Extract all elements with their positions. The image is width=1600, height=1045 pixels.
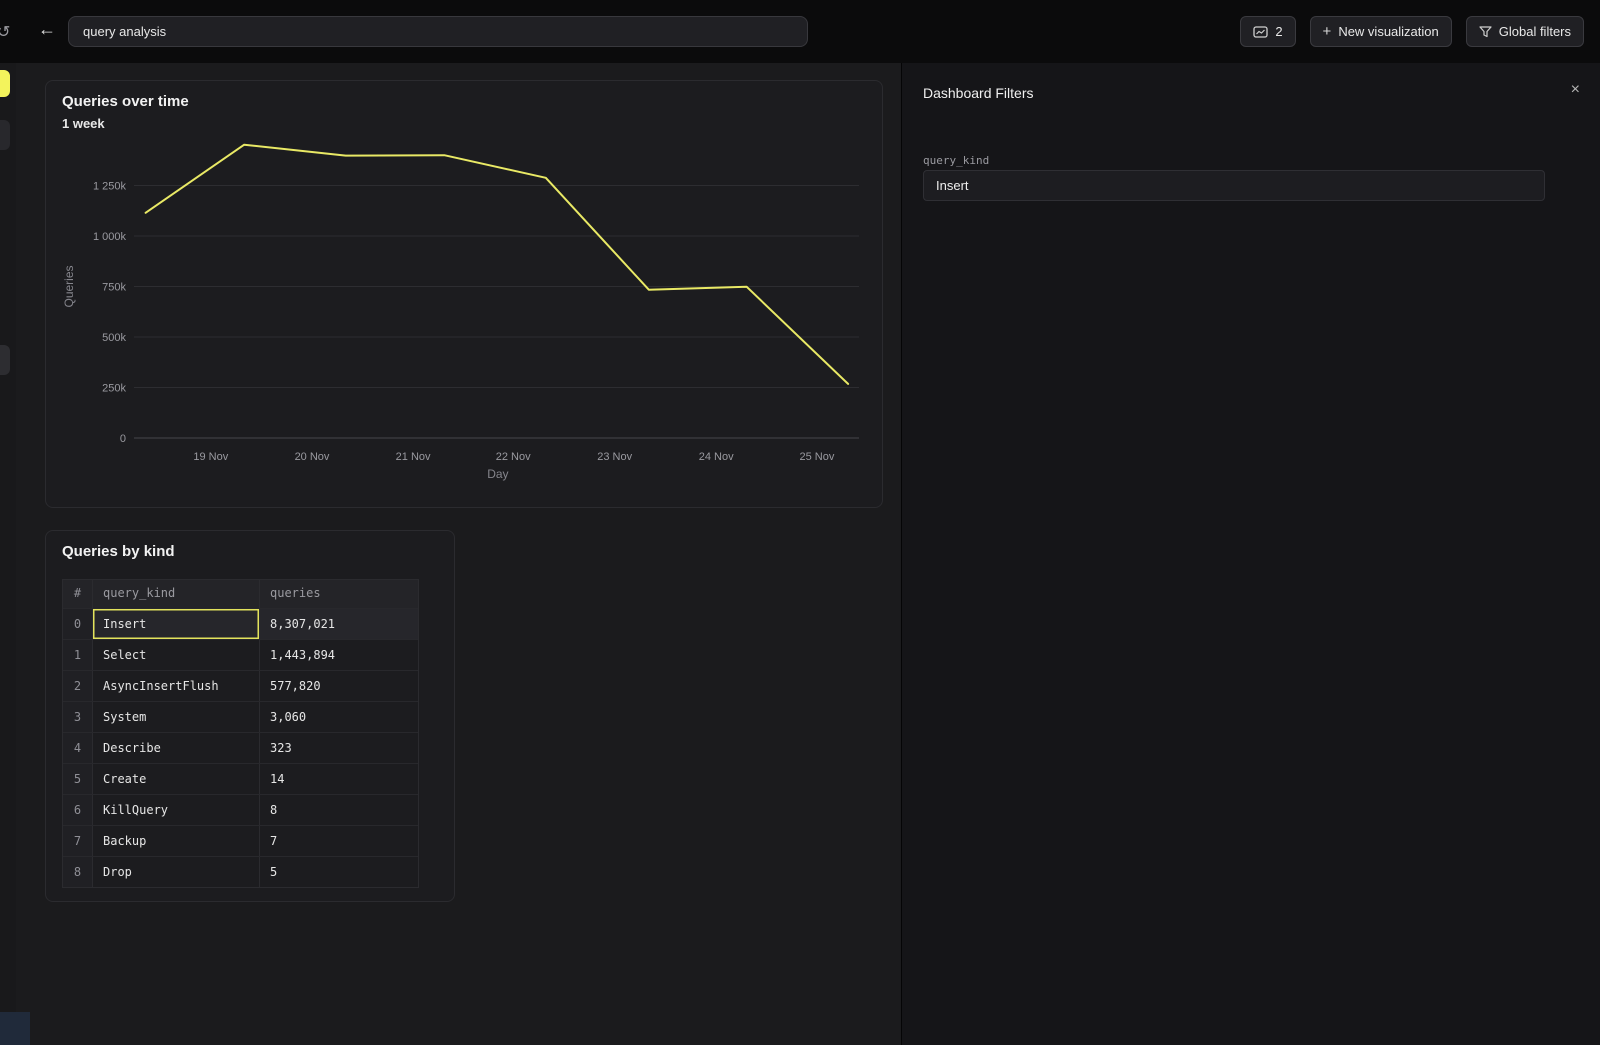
left-rail bbox=[0, 63, 16, 1045]
table-row: 0Insert8,307,021 bbox=[63, 608, 418, 639]
panel-count-button[interactable]: 2 bbox=[1240, 16, 1295, 47]
filter-field-input[interactable] bbox=[923, 170, 1545, 201]
svg-text:19 Nov: 19 Nov bbox=[193, 451, 228, 463]
column-header-queries: queries bbox=[260, 580, 418, 608]
back-button[interactable]: ← bbox=[38, 20, 56, 38]
rail-item-active[interactable] bbox=[0, 70, 10, 97]
svg-text:21 Nov: 21 Nov bbox=[396, 451, 431, 463]
query-kind-cell[interactable]: Create bbox=[93, 764, 260, 794]
chart-card-title: Queries over time bbox=[62, 93, 189, 110]
queries-cell[interactable]: 14 bbox=[260, 764, 418, 794]
chart-card-subtitle: 1 week bbox=[62, 116, 105, 131]
queries-cell[interactable]: 3,060 bbox=[260, 702, 418, 732]
table-card: Queries by kind # query_kind queries 0In… bbox=[45, 530, 455, 902]
column-header-index: # bbox=[63, 580, 93, 608]
svg-text:1 000k: 1 000k bbox=[93, 231, 127, 243]
topbar: ↺ ← 2 + New visualization Global filters bbox=[0, 0, 1600, 63]
panel-title: Dashboard Filters bbox=[923, 85, 1034, 101]
dashboard-filters-panel: Dashboard Filters × query_kind bbox=[901, 63, 1600, 1045]
query-kind-cell[interactable]: Insert bbox=[93, 609, 260, 639]
filter-field-label: query_kind bbox=[923, 154, 989, 167]
svg-text:23 Nov: 23 Nov bbox=[597, 451, 632, 463]
queries-over-time-line-chart[interactable]: 1 250k 1 000k 750k 500k 250k 0 19 Nov 20 Nov 21 … bbox=[61, 133, 867, 485]
chart-card: Queries over time 1 week 1 250k 1 000k 750… bbox=[45, 80, 883, 508]
query-kind-cell[interactable]: Describe bbox=[93, 733, 260, 763]
table-header-row: # query_kind queries bbox=[63, 580, 418, 608]
svg-text:750k: 750k bbox=[102, 282, 126, 294]
queries-cell[interactable]: 8 bbox=[260, 795, 418, 825]
svg-text:1 250k: 1 250k bbox=[93, 181, 127, 193]
panel-count-label: 2 bbox=[1275, 24, 1282, 39]
new-visualization-label: New visualization bbox=[1338, 24, 1438, 39]
table-row: 5Create14 bbox=[63, 763, 418, 794]
bottom-left-square[interactable] bbox=[0, 1012, 30, 1045]
query-kind-cell[interactable]: Drop bbox=[93, 857, 260, 887]
table-row: 2AsyncInsertFlush577,820 bbox=[63, 670, 418, 701]
topbar-actions: 2 + New visualization Global filters bbox=[1240, 16, 1584, 47]
table-body: 0Insert8,307,0211Select1,443,8942AsyncIn… bbox=[63, 608, 418, 887]
row-index: 5 bbox=[63, 764, 93, 794]
queries-cell[interactable]: 323 bbox=[260, 733, 418, 763]
funnel-icon bbox=[1479, 26, 1492, 38]
queries-cell[interactable]: 7 bbox=[260, 826, 418, 856]
table-row: 3System3,060 bbox=[63, 701, 418, 732]
query-kind-cell[interactable]: Backup bbox=[93, 826, 260, 856]
row-index: 0 bbox=[63, 609, 93, 639]
row-index: 8 bbox=[63, 857, 93, 887]
table-row: 6KillQuery8 bbox=[63, 794, 418, 825]
main-content: Queries over time 1 week 1 250k1 000k750… bbox=[16, 63, 901, 1045]
close-icon[interactable]: × bbox=[1571, 81, 1580, 99]
svg-text:24 Nov: 24 Nov bbox=[699, 451, 734, 463]
queries-cell[interactable]: 5 bbox=[260, 857, 418, 887]
dashboard-title-input[interactable] bbox=[68, 16, 808, 47]
svg-text:25 Nov: 25 Nov bbox=[799, 451, 834, 463]
row-index: 7 bbox=[63, 826, 93, 856]
svg-text:0: 0 bbox=[120, 433, 126, 445]
row-index: 4 bbox=[63, 733, 93, 763]
svg-text:Queries: Queries bbox=[62, 265, 76, 307]
app-window: ↺ ← 2 + New visualization Global filters bbox=[0, 0, 1600, 1045]
queries-cell[interactable]: 577,820 bbox=[260, 671, 418, 701]
global-filters-label: Global filters bbox=[1499, 24, 1571, 39]
query-kind-cell[interactable]: KillQuery bbox=[93, 795, 260, 825]
visualization-panel-icon bbox=[1253, 26, 1268, 38]
svg-text:Day: Day bbox=[487, 467, 508, 481]
table-row: 8Drop5 bbox=[63, 856, 418, 887]
rail-item[interactable] bbox=[0, 345, 10, 375]
table-row: 7Backup7 bbox=[63, 825, 418, 856]
query-kind-cell[interactable]: Select bbox=[93, 640, 260, 670]
row-index: 6 bbox=[63, 795, 93, 825]
plus-icon: + bbox=[1323, 23, 1332, 40]
new-visualization-button[interactable]: + New visualization bbox=[1310, 16, 1452, 47]
svg-text:500k: 500k bbox=[102, 332, 126, 344]
query-kind-cell[interactable]: System bbox=[93, 702, 260, 732]
table-row: 1Select1,443,894 bbox=[63, 639, 418, 670]
svg-text:22 Nov: 22 Nov bbox=[496, 451, 531, 463]
column-header-query-kind: query_kind bbox=[93, 580, 260, 608]
svg-text:250k: 250k bbox=[102, 383, 126, 395]
row-index: 2 bbox=[63, 671, 93, 701]
row-index: 3 bbox=[63, 702, 93, 732]
history-icon[interactable]: ↺ bbox=[0, 22, 10, 42]
global-filters-button[interactable]: Global filters bbox=[1466, 16, 1584, 47]
row-index: 1 bbox=[63, 640, 93, 670]
rail-item[interactable] bbox=[0, 120, 10, 150]
svg-text:20 Nov: 20 Nov bbox=[295, 451, 330, 463]
queries-cell[interactable]: 1,443,894 bbox=[260, 640, 418, 670]
table-row: 4Describe323 bbox=[63, 732, 418, 763]
query-kind-cell[interactable]: AsyncInsertFlush bbox=[93, 671, 260, 701]
queries-cell[interactable]: 8,307,021 bbox=[260, 609, 418, 639]
queries-by-kind-table: # query_kind queries 0Insert8,307,0211Se… bbox=[62, 579, 419, 888]
table-card-title: Queries by kind bbox=[62, 543, 175, 560]
